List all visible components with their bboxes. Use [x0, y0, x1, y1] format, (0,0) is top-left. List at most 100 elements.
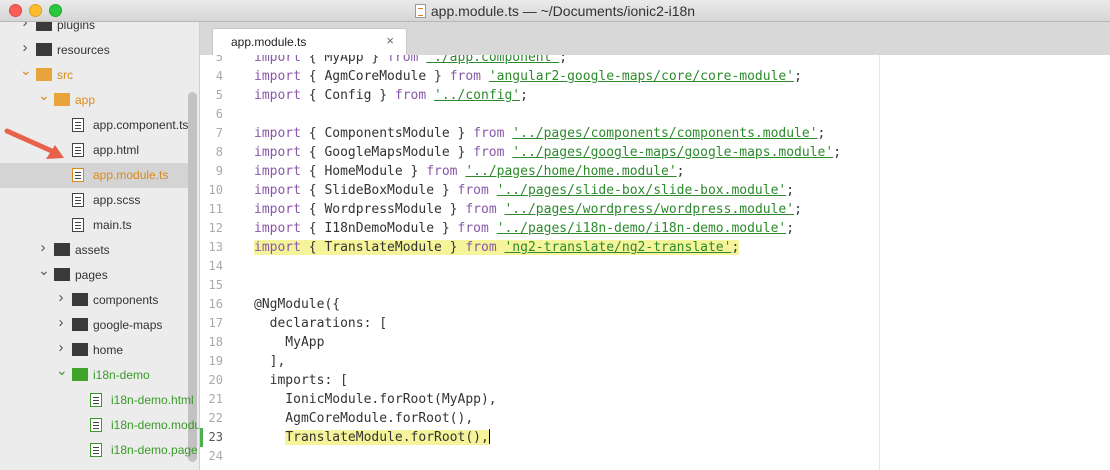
- tab-label: app.module.ts: [231, 35, 307, 49]
- line-number: 12: [208, 221, 223, 235]
- tree-item-app[interactable]: ⌄ app: [0, 88, 188, 113]
- code-text: IonicModule.forRoot(MyApp),: [254, 392, 497, 407]
- tree-item-pages[interactable]: ⌄ pages: [0, 263, 188, 288]
- tree-item-label: app: [75, 93, 96, 107]
- code-text: import { HomeModule } from '../pages/hom…: [254, 164, 685, 179]
- code-editor[interactable]: 5 import { MyApp } from './app.component'…: [200, 55, 1110, 470]
- folder-icon: [72, 368, 88, 381]
- code-line[interactable]: 11 import { WordpressModule } from '../pa…: [200, 200, 1110, 219]
- chevron-right-icon[interactable]: ›: [56, 340, 66, 355]
- tree-item-components[interactable]: › components: [0, 288, 188, 313]
- tab-app-module-ts[interactable]: app.module.ts ×: [212, 28, 407, 55]
- code-text: ],: [254, 354, 286, 369]
- line-number: 20: [208, 373, 223, 387]
- tree-item-resources[interactable]: › resources: [0, 38, 188, 63]
- tree-item-label: components: [93, 293, 159, 307]
- window-title-text: app.module.ts — ~/Documents/ionic2-i18n: [430, 3, 696, 19]
- file-icon: [90, 393, 102, 407]
- file-icon: [72, 118, 84, 132]
- line-number: 16: [208, 297, 223, 311]
- tree-item-i18n-demo-module-ts[interactable]: i18n-demo.module.ts: [0, 413, 199, 438]
- tree-item-assets[interactable]: › assets: [0, 238, 188, 263]
- code-line[interactable]: 12 import { I18nDemoModule } from '../pag…: [200, 219, 1110, 238]
- file-icon: [72, 218, 84, 232]
- line-number: 11: [208, 202, 223, 216]
- file-tree-sidebar: › plugins › resources ⌄ src ⌄ app app.component.…: [0, 22, 200, 470]
- code-line[interactable]: 23 TranslateModule.forRoot(),: [200, 428, 1110, 447]
- chevron-right-icon[interactable]: ›: [20, 40, 30, 55]
- chevron-right-icon[interactable]: ›: [56, 315, 66, 330]
- pointer-arrow-annotation: [4, 128, 64, 159]
- code-line[interactable]: 5 import { MyApp } from './app.component'…: [200, 55, 1110, 67]
- tab-bar: app.module.ts ×: [200, 22, 1110, 55]
- code-text: import { ComponentsModule } from '../pag…: [254, 126, 826, 141]
- code-text: AgmCoreModule.forRoot(),: [254, 411, 474, 426]
- line-number: 19: [208, 354, 223, 368]
- code-line[interactable]: 16 @NgModule({: [200, 295, 1110, 314]
- code-text: import { I18nDemoModule } from '../pages…: [254, 221, 795, 236]
- code-text: import { TranslateModule } from 'ng2-tra…: [254, 240, 740, 255]
- tree-item-src[interactable]: ⌄ src: [0, 63, 188, 88]
- window-title: app.module.ts — ~/Documents/ionic2-i18n: [0, 3, 1110, 19]
- tree-item-i18n-demo-html[interactable]: i18n-demo.html: [0, 388, 194, 413]
- code-line[interactable]: 19 ],: [200, 352, 1110, 371]
- chevron-right-icon[interactable]: ›: [20, 22, 30, 30]
- title-bar: app.module.ts — ~/Documents/ionic2-i18n: [0, 0, 1110, 22]
- folder-icon: [54, 243, 70, 256]
- tree-item-label: i18n-demo: [93, 368, 150, 382]
- folder-icon: [54, 93, 70, 106]
- folder-icon: [36, 68, 52, 81]
- file-icon: [72, 193, 84, 207]
- chevron-down-icon[interactable]: ⌄: [56, 363, 68, 377]
- tree-item-main-ts[interactable]: main.ts: [0, 213, 188, 238]
- tree-item-home[interactable]: › home: [0, 338, 188, 363]
- code-line[interactable]: 10 import { SlideBoxModule } from '../pag…: [200, 181, 1110, 200]
- code-text: TranslateModule.forRoot(),: [285, 429, 490, 445]
- tree-item-i18n-demo[interactable]: ⌄ i18n-demo: [0, 363, 188, 388]
- line-number: 10: [208, 183, 223, 197]
- code-text: import { AgmCoreModule } from 'angular2-…: [254, 69, 802, 84]
- folder-icon: [72, 293, 88, 306]
- code-line[interactable]: 21 IonicModule.forRoot(MyApp),: [200, 390, 1110, 409]
- code-line[interactable]: 14: [200, 257, 1110, 276]
- code-line[interactable]: 15: [200, 276, 1110, 295]
- code-line[interactable]: 24: [200, 447, 1110, 466]
- code-line[interactable]: 5 import { Config } from '../config';: [200, 86, 1110, 105]
- code-line[interactable]: 13 import { TranslateModule } from 'ng2-t…: [200, 238, 1110, 257]
- tree-item-google-maps[interactable]: › google-maps: [0, 313, 188, 338]
- file-icon: [72, 168, 84, 182]
- tree-item-i18n-demo-page-ts[interactable]: i18n-demo.page.ts: [0, 438, 199, 463]
- code-line[interactable]: 17 declarations: [: [200, 314, 1110, 333]
- tree-item-plugins[interactable]: › plugins: [0, 22, 188, 38]
- code-line[interactable]: 7 import { ComponentsModule } from '../pa…: [200, 124, 1110, 143]
- code-line[interactable]: 6: [200, 105, 1110, 124]
- code-line[interactable]: 4 import { AgmCoreModule } from 'angular2…: [200, 67, 1110, 86]
- chevron-right-icon[interactable]: ›: [56, 290, 66, 305]
- code-line[interactable]: 18 MyApp: [200, 333, 1110, 352]
- code-line[interactable]: 8 import { GoogleMapsModule } from '../pa…: [200, 143, 1110, 162]
- tree-item-app-module-ts[interactable]: app.module.ts: [0, 163, 188, 188]
- folder-icon: [72, 343, 88, 356]
- chevron-down-icon[interactable]: ⌄: [20, 63, 32, 77]
- code-text: import { WordpressModule } from '../page…: [254, 202, 802, 217]
- chevron-right-icon[interactable]: ›: [38, 240, 48, 255]
- chevron-down-icon[interactable]: ⌄: [38, 88, 50, 102]
- tree-item-label: app.module.ts: [93, 168, 169, 182]
- code-line[interactable]: 9 import { HomeModule } from '../pages/ho…: [200, 162, 1110, 181]
- line-number: 9: [215, 164, 223, 178]
- tree-item-app-scss[interactable]: app.scss: [0, 188, 188, 213]
- tree-item-label: plugins: [57, 22, 96, 32]
- code-line[interactable]: 22 AgmCoreModule.forRoot(),: [200, 409, 1110, 428]
- line-number: 7: [215, 126, 223, 140]
- tree-item-label: i18n-demo.html: [111, 393, 194, 407]
- folder-icon: [36, 22, 52, 31]
- file-icon: [90, 443, 102, 457]
- tab-close-icon[interactable]: ×: [386, 33, 394, 48]
- code-line[interactable]: 20 imports: [: [200, 371, 1110, 390]
- tree-item-label: app.html: [93, 143, 140, 157]
- tree-item-label: resources: [57, 43, 110, 57]
- tree-item-label: main.ts: [93, 218, 132, 232]
- tree-item-label: app.component.ts: [93, 118, 189, 132]
- chevron-down-icon[interactable]: ⌄: [38, 263, 50, 277]
- code-text: MyApp: [254, 335, 325, 350]
